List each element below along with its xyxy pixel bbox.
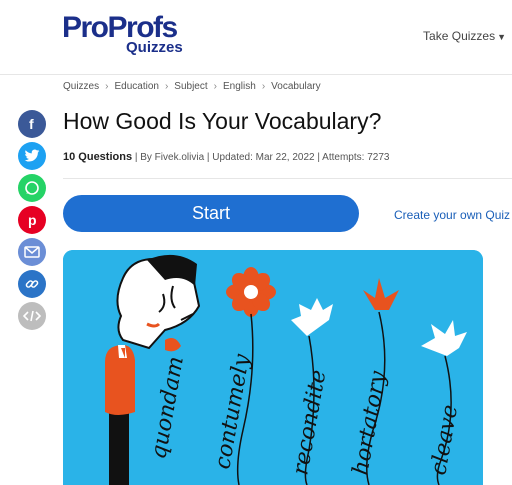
copy-link-button[interactable]	[18, 270, 46, 298]
breadcrumb-item[interactable]: Vocabulary	[271, 81, 320, 92]
breadcrumb-item[interactable]: English	[223, 81, 256, 92]
email-share-button[interactable]	[18, 238, 46, 266]
logo-subtitle: Quizzes	[126, 39, 183, 56]
take-quizzes-label: Take Quizzes	[423, 29, 496, 43]
whatsapp-share-button[interactable]	[18, 174, 46, 202]
chevron-right-icon: ›	[164, 81, 169, 92]
start-quiz-button[interactable]: Start	[63, 195, 359, 232]
svg-text:f: f	[29, 117, 34, 131]
code-icon	[23, 310, 41, 322]
quiz-byline: | By Fivek.olivia | Updated: Mar 22, 202…	[132, 152, 390, 163]
pinterest-icon: p	[28, 212, 37, 228]
breadcrumb-item[interactable]: Education	[114, 81, 158, 92]
link-icon	[25, 280, 39, 288]
email-icon	[24, 246, 40, 258]
chevron-right-icon: ›	[105, 81, 109, 92]
question-count: 10 Questions	[63, 151, 133, 163]
take-quizzes-menu[interactable]: Take Quizzes ▼	[423, 29, 506, 43]
facebook-icon: f	[29, 117, 34, 131]
caret-down-icon: ▼	[497, 32, 506, 42]
facebook-share-button[interactable]: f	[18, 110, 46, 138]
chevron-right-icon: ›	[213, 81, 217, 92]
create-quiz-link[interactable]: Create your own Quiz	[394, 208, 510, 222]
breadcrumb-item[interactable]: Quizzes	[63, 81, 99, 92]
svg-text:p: p	[28, 212, 37, 228]
breadcrumb: Quizzes › Education › Subject › English › Vocabu…	[63, 81, 321, 92]
twitter-share-button[interactable]	[18, 142, 46, 170]
pinterest-share-button[interactable]: p	[18, 206, 46, 234]
quiz-title: How Good Is Your Vocabulary?	[63, 108, 382, 134]
twitter-icon	[24, 149, 40, 162]
divider	[63, 178, 512, 179]
quiz-meta: 10 Questions | By Fivek.olivia | Updated…	[63, 151, 389, 163]
site-header: ProProfs Quizzes Take Quizzes ▼	[0, 0, 512, 75]
chevron-right-icon: ›	[261, 81, 266, 92]
embed-button[interactable]	[18, 302, 46, 330]
start-label: Start	[191, 203, 230, 223]
proprofs-logo[interactable]: ProProfs Quizzes	[62, 11, 183, 57]
social-share-bar: f p	[18, 110, 46, 334]
logo-wordmark: ProProfs	[62, 11, 178, 44]
whatsapp-icon	[25, 181, 39, 195]
breadcrumb-item[interactable]: Subject	[174, 81, 207, 92]
quiz-illustration: quondam contumely recondite hortatory cl…	[63, 250, 483, 485]
vocabulary-illustration: quondam contumely recondite hortatory cl…	[63, 250, 483, 485]
